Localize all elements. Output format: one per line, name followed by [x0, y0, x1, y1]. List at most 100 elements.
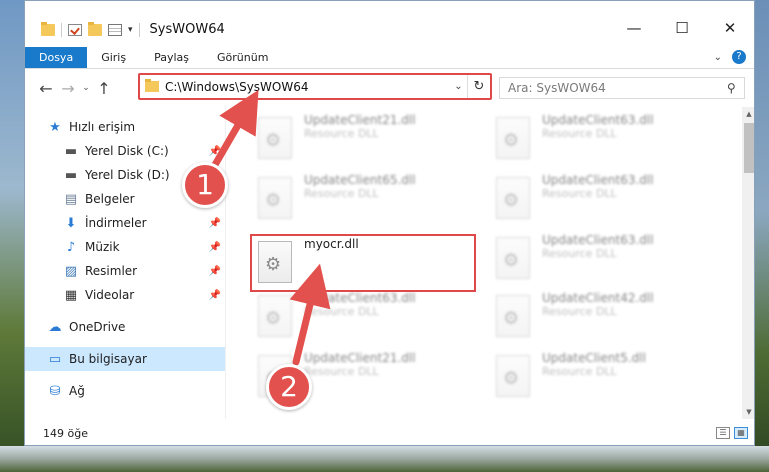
ribbon-right-controls: ⌄ ?: [714, 50, 746, 64]
file-name: UpdateClient63.dll: [542, 113, 654, 127]
up-arrow-icon[interactable]: ↑: [93, 79, 115, 98]
recent-locations-dropdown[interactable]: ⌄: [79, 83, 93, 93]
ribbon-tabs: Dosya Giriş Paylaş Görünüm ⌄ ?: [25, 47, 754, 69]
search-icon[interactable]: ⚲: [727, 81, 736, 95]
list-item[interactable]: UpdateClient65.dllResource DLL: [252, 171, 472, 223]
explorer-content: ★ Hızlı erişim ▬ Yerel Disk (C:) 📌 ▬ Yer…: [25, 107, 754, 419]
pin-icon[interactable]: 📌: [209, 218, 221, 229]
expand-ribbon-icon[interactable]: ⌄: [714, 52, 722, 63]
pin-icon[interactable]: 📌: [209, 242, 221, 253]
sidebar-item-label: Resimler: [85, 264, 138, 278]
tab-home[interactable]: Giriş: [87, 47, 140, 68]
desktop-background-left: [0, 0, 24, 472]
scroll-down-icon[interactable]: ▼: [742, 405, 754, 419]
help-icon[interactable]: ?: [732, 50, 746, 64]
details-view-icon[interactable]: ☰: [716, 427, 730, 439]
sidebar-item-label: İndirmeler: [85, 216, 147, 230]
file-type: Resource DLL: [542, 187, 617, 200]
computer-icon: ▭: [48, 351, 62, 367]
dll-file-icon: [258, 117, 292, 159]
folder-icon: [145, 79, 159, 92]
sidebar-item-label: Yerel Disk (C:): [85, 144, 169, 158]
list-item[interactable]: UpdateClient42.dllResource DLL: [490, 289, 710, 341]
refresh-icon[interactable]: ↻: [468, 79, 490, 94]
back-arrow-icon[interactable]: ←: [35, 79, 57, 98]
download-icon: ⬇: [65, 215, 77, 231]
star-icon: ★: [49, 119, 61, 135]
address-bar[interactable]: C:\Windows\SysWOW64 ⌄ ↻: [138, 73, 492, 100]
sidebar-item-onedrive[interactable]: ☁ OneDrive: [25, 315, 225, 339]
file-explorer-window: ▾ SysWOW64 — ☐ ✕ Dosya Giriş Paylaş Görü…: [24, 0, 755, 446]
desktop-background-bottom: [0, 446, 769, 472]
dll-file-icon: [496, 355, 530, 397]
pin-icon[interactable]: 📌: [209, 266, 221, 277]
list-item[interactable]: UpdateClient5.dllResource DLL: [490, 349, 710, 401]
tiles-view-icon[interactable]: ▦: [734, 427, 748, 439]
minimize-button[interactable]: —: [610, 13, 658, 43]
file-name: UpdateClient5.dll: [542, 351, 646, 365]
file-type: Resource DLL: [542, 365, 617, 378]
list-item[interactable]: UpdateClient63.dllResource DLL: [490, 111, 710, 163]
search-input[interactable]: Ara: SysWOW64: [508, 81, 727, 95]
dll-file-icon: [496, 117, 530, 159]
sidebar-item-network[interactable]: ⛁ Ağ: [25, 379, 225, 403]
tab-file[interactable]: Dosya: [25, 47, 88, 68]
file-name: UpdateClient63.dll: [304, 291, 416, 305]
address-path[interactable]: C:\Windows\SysWOW64: [165, 80, 450, 94]
toolbar-divider: [138, 23, 140, 37]
sidebar-item-this-pc[interactable]: ▭ Bu bilgisayar: [25, 347, 225, 371]
drive-icon: ▬: [64, 143, 78, 159]
file-type: Resource DLL: [542, 305, 617, 318]
pin-icon[interactable]: 📌: [209, 146, 221, 157]
sidebar-item-quick-access[interactable]: ★ Hızlı erişim: [25, 115, 225, 139]
sidebar-item-local-disk-c[interactable]: ▬ Yerel Disk (C:) 📌: [25, 139, 225, 163]
sidebar-item-label: Müzik: [85, 240, 120, 254]
sidebar-item-music[interactable]: ♪ Müzik 📌: [25, 235, 225, 259]
properties-icon[interactable]: [108, 24, 122, 36]
vertical-scrollbar[interactable]: ▲ ▼: [742, 107, 754, 419]
desktop-background-right: [755, 0, 769, 472]
close-button[interactable]: ✕: [706, 13, 754, 43]
window-controls: — ☐ ✕: [610, 13, 754, 43]
toolbar-divider: [61, 23, 62, 37]
maximize-button[interactable]: ☐: [658, 13, 706, 43]
file-highlight-box: [250, 234, 476, 292]
dll-file-icon: [258, 177, 292, 219]
tab-share[interactable]: Paylaş: [140, 47, 203, 68]
drive-icon: ▬: [64, 167, 78, 183]
file-name: UpdateClient42.dll: [542, 291, 654, 305]
quick-access-toolbar: ▾: [25, 22, 140, 37]
sidebar-item-label: Ağ: [69, 384, 85, 398]
list-item[interactable]: UpdateClient63.dllResource DLL: [252, 289, 472, 341]
list-item[interactable]: UpdateClient21.dllResource DLL: [252, 111, 472, 163]
pin-icon[interactable]: 📌: [209, 290, 221, 301]
sidebar-item-pictures[interactable]: ▨ Resimler 📌: [25, 259, 225, 283]
navigation-pane: ★ Hızlı erişim ▬ Yerel Disk (C:) 📌 ▬ Yer…: [25, 107, 225, 419]
file-type: Resource DLL: [304, 305, 379, 318]
list-item[interactable]: UpdateClient63.dllResource DLL: [490, 231, 710, 283]
pictures-icon: ▨: [64, 263, 78, 279]
file-name: UpdateClient63.dll: [542, 173, 654, 187]
sidebar-item-downloads[interactable]: ⬇ İndirmeler 📌: [25, 211, 225, 235]
dll-file-icon: [496, 295, 530, 337]
search-box[interactable]: Ara: SysWOW64 ⚲: [499, 77, 745, 99]
checkbox-icon[interactable]: [68, 24, 82, 36]
new-folder-icon[interactable]: [88, 22, 102, 36]
list-item[interactable]: UpdateClient63.dllResource DLL: [490, 171, 710, 223]
item-count: 149 öğe: [43, 426, 88, 440]
status-bar: 149 öğe ☰ ▦: [25, 419, 754, 445]
dll-file-icon: [258, 295, 292, 337]
address-row: ← → ⌄ ↑ C:\Windows\SysWOW64 ⌄ ↻ Ara: Sys…: [25, 69, 754, 107]
address-history-dropdown[interactable]: ⌄: [450, 75, 468, 98]
customize-toolbar-dropdown[interactable]: ▾: [128, 25, 133, 35]
tab-view[interactable]: Görünüm: [203, 47, 282, 68]
sidebar-item-label: Yerel Disk (D:): [85, 168, 170, 182]
file-type: Resource DLL: [304, 127, 379, 140]
scroll-up-icon[interactable]: ▲: [742, 107, 754, 121]
window-title: SysWOW64: [149, 22, 225, 37]
music-icon: ♪: [66, 239, 76, 255]
file-type: Resource DLL: [304, 187, 379, 200]
scroll-thumb[interactable]: [744, 123, 754, 173]
sidebar-item-videos[interactable]: ▦ Videolar 📌: [25, 283, 225, 307]
forward-arrow-icon[interactable]: →: [57, 79, 79, 98]
